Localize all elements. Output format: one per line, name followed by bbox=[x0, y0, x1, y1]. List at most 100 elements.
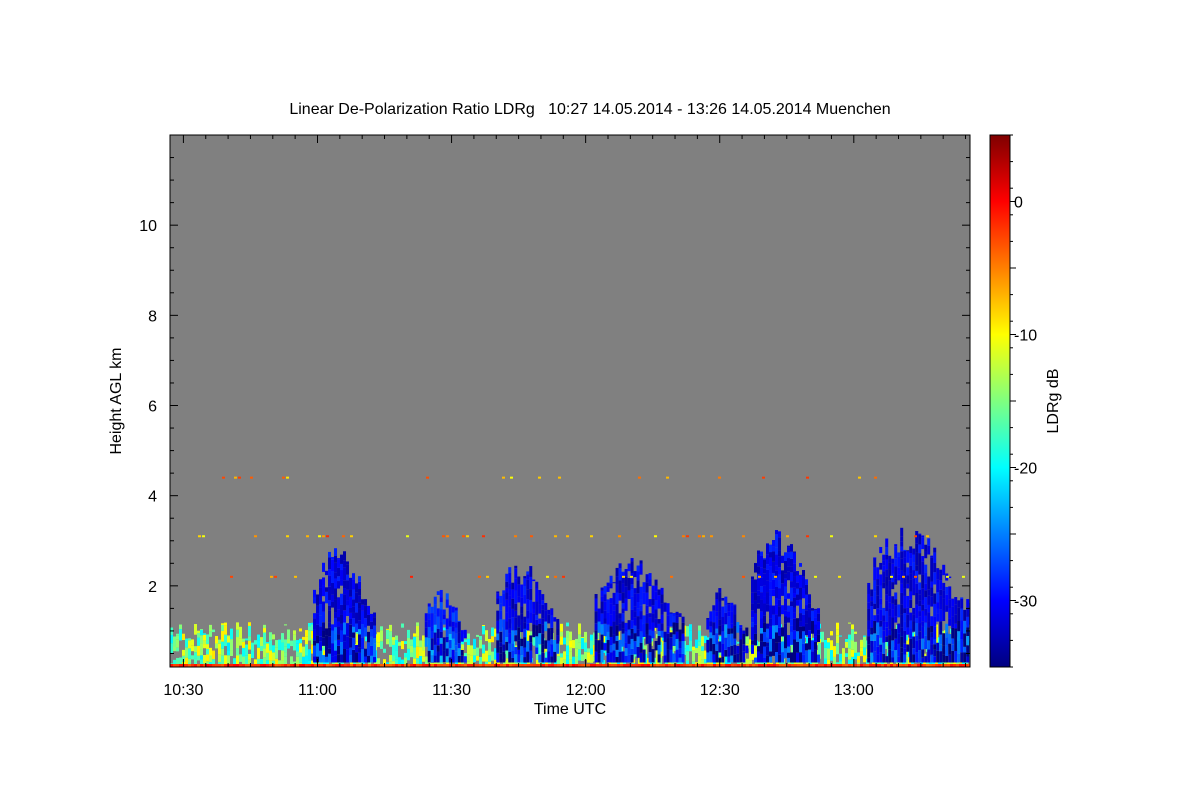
heatmap-cell bbox=[275, 640, 278, 648]
heatmap-cell bbox=[876, 585, 880, 596]
heatmap-cell bbox=[445, 656, 449, 663]
heatmap-cell bbox=[476, 647, 479, 656]
heatmap-cell bbox=[787, 605, 791, 612]
heatmap-cell bbox=[763, 559, 767, 569]
heatmap-cell bbox=[322, 585, 326, 597]
heatmap-cell bbox=[594, 639, 598, 652]
heatmap-cell bbox=[839, 635, 842, 637]
heatmap-cell bbox=[380, 630, 383, 642]
heatmap-cell bbox=[891, 563, 895, 574]
heatmap-cell bbox=[639, 605, 643, 612]
heatmap-cell bbox=[799, 599, 803, 614]
heatmap-cell bbox=[882, 615, 886, 622]
heatmap-cell bbox=[615, 640, 619, 650]
heatmap-cell bbox=[334, 588, 338, 600]
heatmap-cell bbox=[624, 586, 628, 599]
heatmap-cell bbox=[451, 612, 455, 622]
heatmap-cell bbox=[526, 579, 530, 590]
heatmap-cell bbox=[894, 578, 898, 585]
heatmap-cell bbox=[709, 638, 713, 652]
heatmap-cell bbox=[651, 649, 655, 663]
heatmap-cell bbox=[654, 591, 658, 601]
heatmap-cell bbox=[442, 535, 445, 538]
heatmap-cell bbox=[386, 629, 389, 639]
heatmap-cell bbox=[624, 631, 628, 643]
heatmap-cell bbox=[322, 637, 326, 646]
heatmap-cell bbox=[358, 581, 362, 590]
heatmap-cell bbox=[927, 640, 931, 650]
heatmap-cell bbox=[942, 654, 946, 663]
heatmap-cell bbox=[817, 608, 821, 614]
heatmap-cell bbox=[808, 594, 812, 604]
heatmap-cell bbox=[906, 627, 910, 635]
heatmap-cell bbox=[594, 651, 598, 663]
heatmap-cell bbox=[915, 565, 919, 571]
heatmap-cell bbox=[630, 578, 634, 585]
heatmap-cell bbox=[239, 654, 242, 662]
heatmap-cell bbox=[523, 637, 527, 648]
heatmap-cell bbox=[275, 647, 278, 659]
heatmap-cell bbox=[194, 658, 197, 663]
heatmap-cell bbox=[888, 555, 892, 563]
heatmap-cell bbox=[281, 633, 284, 643]
heatmap-cell bbox=[698, 535, 701, 538]
heatmap-cell bbox=[936, 650, 940, 663]
heatmap-cell bbox=[331, 559, 335, 572]
heatmap-cell bbox=[597, 653, 601, 663]
heatmap-cell bbox=[532, 601, 536, 609]
heatmap-cell bbox=[337, 634, 341, 640]
heatmap-cell bbox=[430, 626, 434, 632]
heatmap-cell bbox=[624, 598, 628, 611]
heatmap-cell bbox=[778, 627, 782, 636]
heatmap-cell bbox=[645, 582, 649, 593]
heatmap-cell bbox=[651, 630, 655, 639]
heatmap-cell bbox=[358, 634, 362, 648]
heatmap-cell bbox=[427, 637, 431, 651]
heatmap-cell bbox=[784, 560, 788, 574]
heatmap-cell bbox=[802, 576, 806, 589]
heatmap-cell bbox=[257, 658, 260, 664]
heatmap-cell bbox=[562, 575, 565, 578]
heatmap-cell bbox=[802, 614, 806, 627]
heatmap-cell bbox=[763, 603, 767, 616]
heatmap-cell bbox=[491, 651, 494, 661]
heatmap-cell bbox=[260, 637, 263, 639]
heatmap-cell bbox=[876, 614, 880, 623]
heatmap-cell bbox=[442, 637, 446, 651]
heatmap-cell bbox=[364, 648, 368, 657]
heatmap-cell bbox=[805, 623, 809, 636]
heatmap-cell bbox=[930, 581, 934, 588]
heatmap-cell bbox=[284, 624, 287, 626]
heatmap-cell bbox=[234, 476, 237, 479]
heatmap-cell bbox=[581, 636, 584, 638]
heatmap-cell bbox=[681, 653, 685, 663]
heatmap-cell bbox=[299, 638, 302, 644]
heatmap-cell bbox=[618, 613, 622, 619]
heatmap-cell bbox=[197, 645, 200, 656]
heatmap-cell bbox=[473, 638, 476, 649]
heatmap-cell bbox=[328, 636, 332, 649]
heatmap-cell bbox=[900, 614, 904, 628]
heatmap-cell bbox=[939, 595, 943, 605]
heatmap-cell bbox=[287, 629, 290, 639]
heatmap-cell bbox=[594, 611, 598, 624]
heatmap-cell bbox=[230, 650, 233, 656]
heatmap-cell bbox=[340, 554, 344, 564]
heatmap-cell bbox=[212, 629, 215, 633]
heatmap-cell bbox=[313, 640, 317, 646]
heatmap-cell bbox=[669, 637, 673, 650]
heatmap-cell bbox=[630, 633, 634, 639]
heatmap-cell bbox=[505, 621, 509, 630]
heatmap-cell bbox=[337, 626, 341, 635]
heatmap-cell bbox=[775, 597, 779, 605]
heatmap-cell bbox=[915, 570, 919, 577]
heatmap-cell bbox=[218, 654, 221, 662]
heatmap-cell bbox=[824, 639, 827, 648]
heatmap-cell bbox=[778, 537, 782, 551]
heatmap-cell bbox=[511, 651, 515, 658]
heatmap-cell bbox=[566, 637, 569, 646]
heatmap-cell bbox=[334, 562, 338, 573]
heatmap-cell bbox=[718, 601, 722, 612]
heatmap-cell bbox=[796, 641, 800, 653]
heatmap-cell bbox=[560, 623, 563, 632]
